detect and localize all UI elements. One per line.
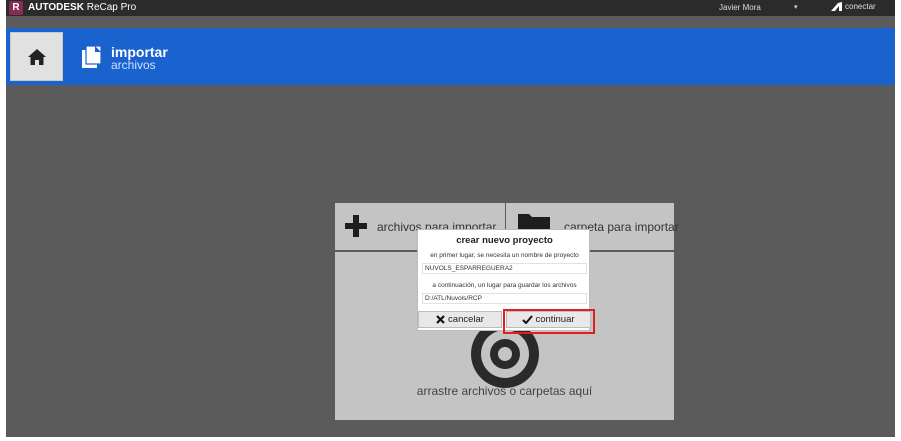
user-menu-name[interactable]: Javier Mora xyxy=(719,3,761,12)
brand-name: AUTODESK xyxy=(28,2,84,13)
project-path-prompt: a continuación, un lugar para guardar lo… xyxy=(432,282,577,289)
connect-label: conectar xyxy=(845,2,876,11)
plus-icon xyxy=(345,215,367,237)
home-button[interactable] xyxy=(10,32,63,81)
project-name-input[interactable] xyxy=(422,263,587,274)
import-files-icon xyxy=(82,45,102,68)
page-subtitle: archivos xyxy=(111,58,156,72)
cancel-button[interactable]: cancelar xyxy=(418,311,502,328)
continue-highlight-box xyxy=(503,309,595,334)
drop-zone-label: arrastre archivos o carpetas aquí xyxy=(416,384,593,398)
project-path-input[interactable] xyxy=(422,293,587,304)
app-window: R AUTODESK ReCap Pro Javier Mora ▾ conec… xyxy=(6,0,895,437)
connect-button[interactable]: conectar xyxy=(831,2,876,12)
autodesk-icon xyxy=(831,2,842,12)
project-name-prompt: en primer lugar, se necesita un nombre d… xyxy=(430,252,579,259)
user-menu-caret[interactable]: ▾ xyxy=(794,3,798,11)
app-title: AUTODESK ReCap Pro xyxy=(28,2,136,13)
home-icon xyxy=(27,48,46,65)
title-bar: R AUTODESK ReCap Pro Javier Mora ▾ conec… xyxy=(6,0,895,16)
dialog-title: crear nuevo proyecto xyxy=(456,235,553,246)
product-name: ReCap Pro xyxy=(83,2,137,13)
cancel-label: cancelar xyxy=(448,314,484,325)
x-icon xyxy=(436,315,445,324)
import-header: importar archivos xyxy=(6,28,895,85)
recap-logo: R xyxy=(9,1,23,15)
